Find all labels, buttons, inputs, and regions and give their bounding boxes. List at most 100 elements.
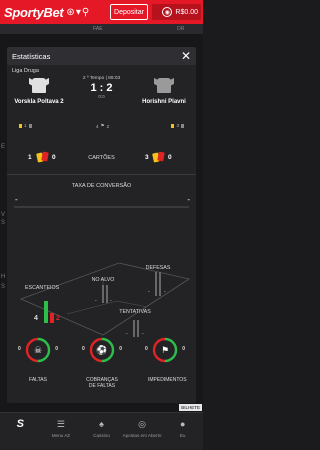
free-kicks-away: 0 — [119, 346, 122, 352]
chevron-down-icon[interactable]: ▾ — [76, 7, 81, 18]
match-summary: Vorskla Poltava 2 2 º Tempo | 86:03 1 : … — [7, 76, 196, 146]
top-bar: SportyBet ⊛ ▾ ⚲ Depositar ◉ R$0.00 — [0, 0, 203, 24]
nav-menu-az[interactable]: ☰ Menu AZ — [41, 413, 82, 450]
bg-text: H — [1, 274, 6, 280]
free-kicks-home: 0 — [82, 346, 85, 352]
mid-count-left: 4 — [96, 123, 99, 129]
score-block: 2 º Tempo | 86:03 1 : 2 0:0 — [71, 76, 132, 99]
bg-text: S — [1, 284, 6, 290]
yellow-card-icon — [19, 123, 22, 128]
home-shirt-icon — [32, 78, 46, 93]
fouls-gauge: ☠ 0 0 FALTAS — [18, 337, 58, 383]
on-target-label: NO ALVO — [91, 277, 115, 283]
on-target-home: - — [95, 298, 97, 304]
offsides-home: 0 — [145, 346, 148, 352]
balance-button[interactable]: ◉ R$0.00 — [152, 4, 201, 20]
sportybet-mark-icon: S — [16, 418, 24, 430]
bg-tabs: FAE DR — [0, 24, 203, 34]
home-mini-cards: 1 — [19, 123, 32, 128]
bet-slip-badge[interactable]: BILHETE — [179, 404, 202, 411]
fouls-away: 0 — [55, 346, 58, 352]
bg-tab: DR — [177, 26, 185, 32]
home-conversion: - — [15, 195, 18, 204]
offsides-label: IMPEDIMENTOS — [148, 377, 187, 383]
sportybet-logo[interactable]: SportyBet — [4, 5, 64, 20]
bg-tab: FAE — [93, 26, 103, 32]
nav-home[interactable]: S — [0, 413, 41, 450]
corners-away-bar — [50, 313, 54, 323]
balance-text: R$0.00 — [175, 8, 198, 16]
svg-text:⚑: ⚑ — [161, 346, 169, 356]
home-team: Vorskla Poltava 2 — [9, 78, 69, 105]
away-red-cards: 0 — [168, 154, 172, 161]
nav-casino[interactable]: ♠ Cassino — [81, 413, 122, 450]
saves-home: - — [148, 289, 150, 295]
offsides-away: 0 — [182, 346, 185, 352]
divider — [7, 174, 196, 175]
svg-text:⚽: ⚽ — [95, 344, 107, 356]
menu-icon: ☰ — [56, 419, 65, 429]
saves-away: - — [164, 289, 166, 295]
mid-count-right: 2 — [106, 123, 110, 129]
fouls-home: 0 — [18, 346, 21, 352]
nav-me-label: Eu — [179, 433, 186, 438]
saves-label: DEFESAS — [145, 265, 171, 271]
modal-title: Estatísticas — [12, 51, 51, 61]
away-yellow-count: 3 — [176, 123, 179, 128]
wallet-icon: ◉ — [162, 7, 173, 17]
conversion-stat: - - — [7, 195, 196, 209]
nav-open-bets[interactable]: ◎ Apostas em Aberto — [122, 413, 163, 450]
offsides-gauge: ⚑ 0 0 IMPEDIMENTOS — [145, 337, 187, 383]
offsides-ring: ⚑ 0 0 — [145, 337, 185, 363]
red-card-icon — [181, 123, 184, 128]
bg-text: E — [1, 144, 6, 150]
statistics-modal: Estatísticas ✕ Liga Druga Vorskla Poltav… — [7, 47, 196, 403]
cards-icon — [152, 151, 165, 163]
free-kicks-label: COBRANÇAS DE FALTAS — [86, 377, 118, 389]
away-shirt-icon — [157, 78, 171, 93]
aggregate-score: 0:0 — [98, 94, 105, 99]
home-yellow-count: 1 — [24, 123, 27, 128]
modal-header: Estatísticas ✕ — [7, 47, 196, 65]
close-icon[interactable]: ✕ — [181, 50, 191, 62]
open-bets-icon: ◎ — [138, 419, 146, 429]
home-team-name: Vorskla Poltava 2 — [14, 99, 64, 105]
corners-home-bar — [44, 301, 48, 323]
nav-me[interactable]: ● Eu — [162, 413, 203, 450]
top-icons: ⊛ ▾ ⚲ — [66, 7, 89, 18]
discipline-gauges: ☠ 0 0 FALTAS ⚽ 0 0 COBRANÇAS DE FALTAS ⚑… — [7, 337, 196, 403]
league-name: Liga Druga — [12, 68, 39, 74]
away-mini-cards: 3 — [171, 123, 184, 128]
svg-text:☠: ☠ — [34, 346, 42, 356]
bg-text: V — [1, 212, 6, 218]
fouls-label: FALTAS — [29, 377, 47, 383]
fouls-ring: ☠ 0 0 — [18, 337, 58, 363]
attempts-label: TENTATIVAS — [119, 309, 151, 315]
corner-icon: ⚑ — [100, 123, 105, 128]
match-score: 1 : 2 — [90, 82, 113, 94]
free-kicks-gauge: ⚽ 0 0 COBRANÇAS DE FALTAS — [82, 337, 122, 389]
away-team: Horishni Plavni — [134, 78, 194, 105]
nav-casino-label: Cassino — [93, 433, 110, 438]
search-icon[interactable]: ⚲ — [82, 7, 89, 18]
mid-counts: 4 ⚑ 2 — [96, 123, 109, 129]
away-conversion: - — [187, 195, 190, 204]
yellow-card-icon — [171, 123, 175, 128]
match-period: 2 º Tempo | 86:03 — [82, 76, 121, 81]
conversion-bar — [14, 206, 189, 208]
red-card-icon — [28, 123, 32, 128]
away-yellow-cards: 3 — [145, 154, 149, 161]
attack-field: ESCANTEIOS 4 2 NO ALVO - - DEFESAS - - T… — [7, 227, 196, 337]
bg-text: S — [1, 220, 6, 226]
away-team-name: Horishni Plavni — [142, 99, 186, 105]
sports-ball-icon[interactable]: ⊛ — [66, 7, 74, 18]
cards-stat: 1 0 CARTÕES 3 0 — [7, 148, 196, 172]
casino-icon: ♠ — [99, 419, 104, 429]
corners-away: 2 — [56, 315, 60, 322]
user-icon: ● — [179, 419, 186, 429]
nav-menu-az-label: Menu AZ — [51, 433, 71, 438]
deposit-button[interactable]: Depositar — [110, 4, 148, 20]
bottom-nav: S ☰ Menu AZ ♠ Cassino ◎ Apostas em Abert… — [0, 412, 203, 450]
nav-open-bets-label: Apostas em Aberto — [122, 433, 162, 438]
app-screen: SportyBet ⊛ ▾ ⚲ Depositar ◉ R$0.00 FAE D… — [0, 0, 203, 450]
